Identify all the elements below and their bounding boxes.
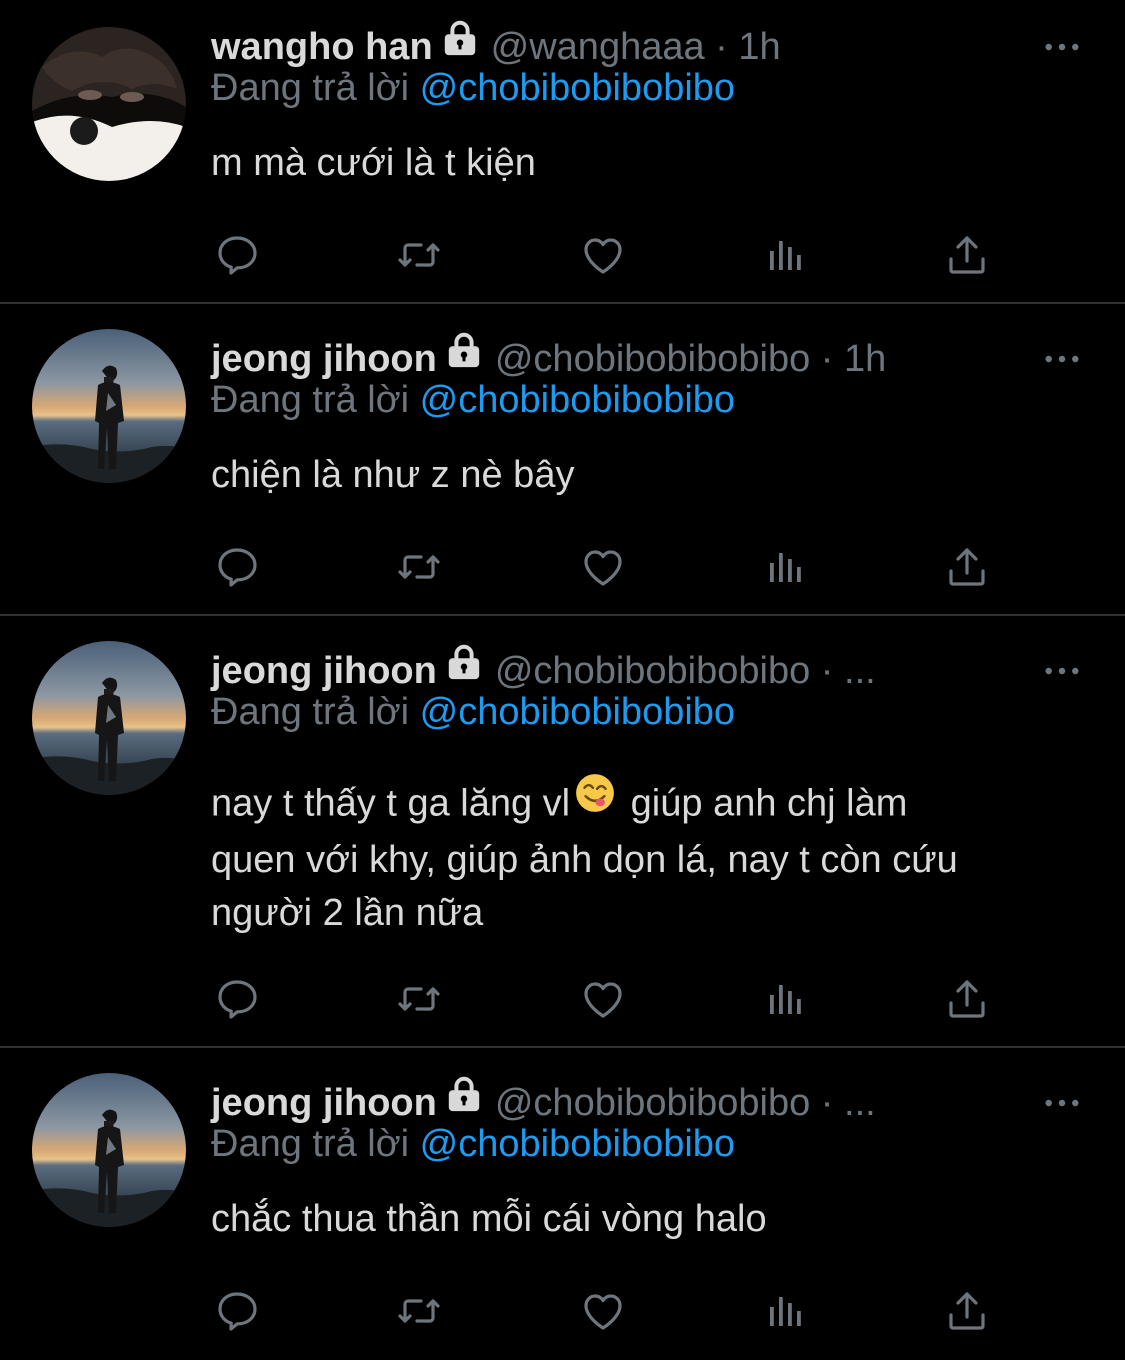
tweet-text: nay t thấy t ga lăng vl giúp anh chj làm…	[211, 777, 1091, 940]
share-icon[interactable]	[937, 537, 997, 597]
reply-icon[interactable]	[207, 969, 267, 1029]
retweet-icon[interactable]	[389, 537, 449, 597]
reply-icon[interactable]	[207, 537, 267, 597]
timestamp[interactable]: ...	[844, 650, 876, 692]
analytics-icon[interactable]	[755, 225, 815, 285]
tweet-actions	[0, 537, 1125, 597]
lock-icon	[445, 639, 483, 699]
tweet-text-line: m mà cưới là t kiện	[211, 142, 536, 184]
lock-icon	[445, 1071, 483, 1131]
replying-to: Đang trả lời @chobibobibobibo	[211, 691, 735, 734]
avatar[interactable]	[32, 641, 186, 795]
replying-to-label: Đang trả lời	[211, 67, 420, 109]
divider	[0, 1046, 1125, 1048]
analytics-icon[interactable]	[755, 537, 815, 597]
share-icon[interactable]	[937, 1281, 997, 1341]
heart-icon[interactable]	[573, 969, 633, 1029]
timestamp[interactable]: ...	[844, 1082, 876, 1124]
tweet-text-line: người 2 lần nữa	[211, 892, 484, 934]
retweet-icon[interactable]	[389, 969, 449, 1029]
reply-icon[interactable]	[207, 1281, 267, 1341]
tweet-text-line: chắc thua thần mỗi cái vòng halo	[211, 1198, 767, 1240]
analytics-icon[interactable]	[755, 969, 815, 1029]
display-name[interactable]: jeong jihoon	[211, 1082, 437, 1124]
separator-dot: ·	[810, 338, 845, 380]
tweet-text-part: nay t thấy t ga lăng vl	[211, 782, 571, 825]
replying-to-label: Đang trả lời	[211, 379, 420, 421]
retweet-icon[interactable]	[389, 225, 449, 285]
replying-to: Đang trả lời @chobibobibobibo	[211, 379, 735, 422]
tweet-text: chiện là như z nè bây	[211, 449, 1091, 502]
mention-link[interactable]: @chobibobibobibo	[420, 379, 735, 421]
replying-to: Đang trả lời @chobibobibobibo	[211, 1123, 735, 1166]
share-icon[interactable]	[937, 969, 997, 1029]
separator-dot: ·	[810, 1082, 845, 1124]
lock-icon	[445, 327, 483, 387]
replying-to: Đang trả lời @chobibobibobibo	[211, 67, 735, 110]
divider	[0, 614, 1125, 616]
separator-dot: ·	[704, 26, 739, 68]
handle[interactable]: @chobibobibobibo	[495, 1082, 810, 1124]
avatar[interactable]	[32, 27, 186, 181]
tweet-text: chắc thua thần mỗi cái vòng halo	[211, 1193, 1091, 1246]
tweet-text: m mà cưới là t kiện	[211, 137, 1091, 190]
retweet-icon[interactable]	[389, 1281, 449, 1341]
tweet-text-line: chiện là như z nè bây	[211, 454, 575, 496]
heart-icon[interactable]	[573, 1281, 633, 1341]
display-name[interactable]: jeong jihoon	[211, 338, 437, 380]
handle[interactable]: @chobibobibobibo	[495, 650, 810, 692]
share-icon[interactable]	[937, 225, 997, 285]
avatar[interactable]	[32, 1073, 186, 1227]
display-name[interactable]: jeong jihoon	[211, 650, 437, 692]
timestamp[interactable]: 1h	[844, 338, 886, 380]
tweet-actions	[0, 969, 1125, 1029]
more-icon[interactable]	[1040, 17, 1084, 77]
heart-icon[interactable]	[573, 225, 633, 285]
tweet-actions	[0, 225, 1125, 285]
display-name[interactable]: wangho han	[211, 26, 433, 68]
reply-icon[interactable]	[207, 225, 267, 285]
more-icon[interactable]	[1040, 641, 1084, 701]
tweet-text-line: quen với khy, giúp ảnh dọn lá, nay t còn…	[211, 839, 958, 881]
more-icon[interactable]	[1040, 1073, 1084, 1133]
timestamp[interactable]: 1h	[738, 26, 780, 68]
handle[interactable]: @wanghaaa	[491, 26, 705, 68]
tweet-text-part: giúp anh chj làm	[620, 782, 908, 825]
mention-link[interactable]: @chobibobibobibo	[420, 691, 735, 733]
analytics-icon[interactable]	[755, 1281, 815, 1341]
more-icon[interactable]	[1040, 329, 1084, 389]
handle[interactable]: @chobibobibobibo	[495, 338, 810, 380]
avatar[interactable]	[32, 329, 186, 483]
yum-emoji	[574, 772, 616, 829]
separator-dot: ·	[810, 650, 845, 692]
mention-link[interactable]: @chobibobibobibo	[420, 1123, 735, 1165]
replying-to-label: Đang trả lời	[211, 1123, 420, 1165]
heart-icon[interactable]	[573, 537, 633, 597]
lock-icon	[441, 15, 479, 75]
tweet-text-line: nay t thấy t ga lăng vl giúp anh chj làm	[211, 777, 1091, 834]
divider	[0, 302, 1125, 304]
tweet-actions	[0, 1281, 1125, 1341]
replying-to-label: Đang trả lời	[211, 691, 420, 733]
mention-link[interactable]: @chobibobibobibo	[420, 67, 735, 109]
